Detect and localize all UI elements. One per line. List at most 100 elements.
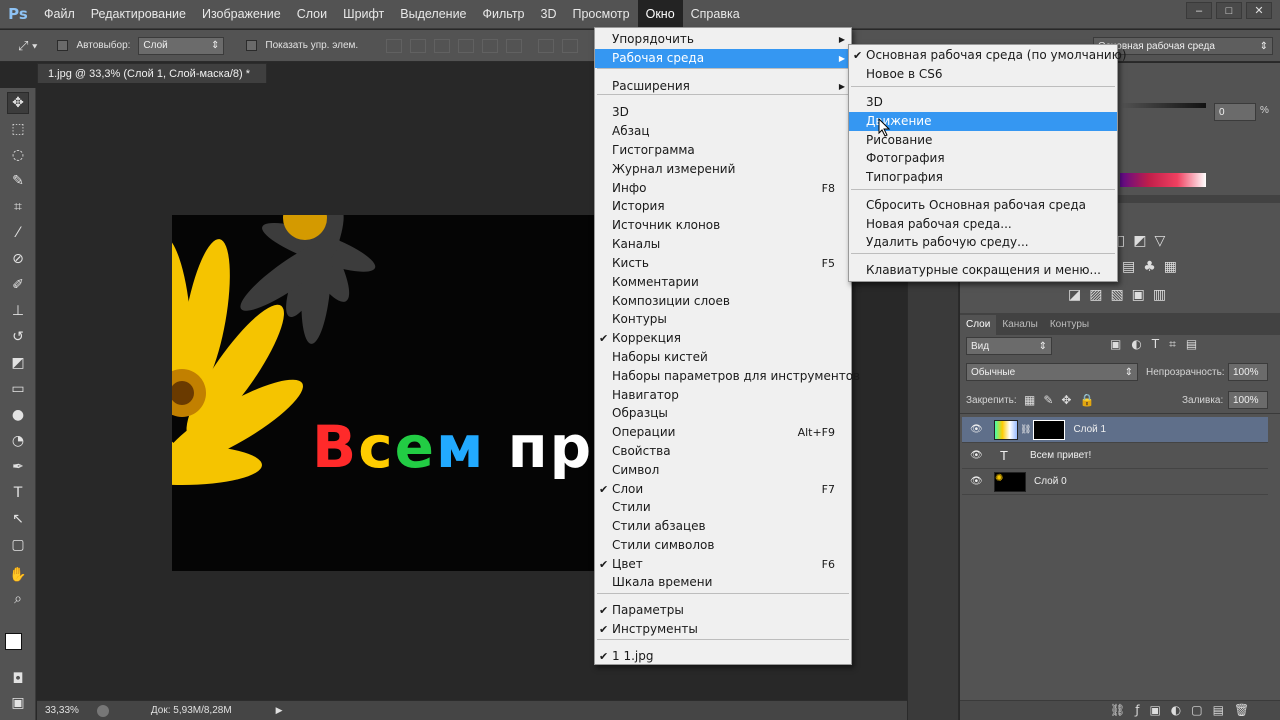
window-menu-item[interactable]: ✔ Инструменты [595,620,851,639]
show-controls-checkbox[interactable] [246,40,258,51]
history-brush-icon[interactable]: ↺ [7,326,29,348]
window-menu-item[interactable]: Операции Alt+F9 [595,423,851,442]
layer-row-sloy-0[interactable]: 👁 ✺ Слой 0 [962,469,1268,495]
fill-field[interactable]: 100% [1228,391,1268,409]
window-menu-item[interactable]: ✔ Коррекция [595,329,851,348]
layer-filter-icons[interactable]: ▣◐T⌗▤ [1110,337,1207,352]
blur-tool-icon[interactable]: ● [7,404,29,426]
window-menu-item[interactable]: Наборы параметров для инструментов [595,367,860,386]
document-canvas[interactable]: Всем при [172,215,602,571]
adjustment-icons-row-2[interactable]: ▤♣▦ [1122,259,1185,275]
window-menu-item[interactable]: Каналы [595,235,851,254]
gradient-tool-icon[interactable]: ▭ [7,378,29,400]
window-menu-item[interactable]: Гистограмма [595,141,851,160]
screen-mode-icon[interactable]: ▣ [7,692,29,714]
window-menu-item[interactable]: Символ [595,461,851,480]
window-menu-item[interactable]: Свойства [595,442,851,461]
window-menu-item[interactable]: Стили [595,498,851,517]
window-menu-item[interactable]: Навигатор [595,386,851,405]
close-button[interactable]: ✕ [1246,2,1272,19]
autoselect-checkbox[interactable] [57,40,69,51]
distribute-top-icon[interactable] [538,38,555,53]
distribute-center-icon[interactable] [562,38,579,53]
window-menu-item[interactable]: Рабочая среда ▶ [595,49,851,68]
menu-image[interactable]: Изображение [194,0,289,29]
workspace-menu-item[interactable]: Сбросить Основная рабочая среда [849,196,1117,215]
menu-type[interactable]: Шрифт [335,0,392,29]
visibility-eye-icon[interactable]: 👁 [970,476,984,487]
dodge-tool-icon[interactable]: ◔ [7,430,29,452]
menu-layers[interactable]: Слои [289,0,335,29]
window-menu-item[interactable]: Образцы [595,404,851,423]
menu-filter[interactable]: Фильтр [475,0,533,29]
layer-mask-thumbnail[interactable] [1033,419,1066,440]
visibility-eye-icon[interactable]: 👁 [970,450,984,461]
align-vcenter-icon[interactable] [410,38,427,53]
workspace-menu-item[interactable]: Типография [849,168,1117,187]
lasso-tool-icon[interactable]: ◌ [7,144,29,166]
window-menu-item[interactable]: Расширения ▶ [595,77,851,96]
window-menu-item[interactable]: 3D [595,103,851,122]
blend-mode-dropdown[interactable]: Обычные ⇕ [966,363,1138,381]
status-info-icon[interactable] [96,704,109,717]
foreground-color-swatch[interactable] [5,633,22,650]
path-select-tool-icon[interactable]: ↖ [7,508,29,530]
zoom-level[interactable]: 33,33% [45,705,79,716]
workspace-menu-item[interactable]: 3D [849,93,1117,112]
window-menu-item[interactable]: ✔ 1 1.jpg [595,647,851,666]
color-slider[interactable] [1120,103,1206,108]
menu-help[interactable]: Справка [683,0,748,29]
window-menu-item[interactable]: Абзац [595,122,851,141]
workspace-menu-item[interactable]: Новое в CS6 [849,65,1117,84]
color-ramp[interactable] [1120,173,1206,187]
window-menu-item[interactable]: ✔ Цвет F6 [595,555,851,574]
window-menu-item[interactable]: Стили символов [595,536,851,555]
maximize-button[interactable]: □ [1216,2,1242,19]
workspace-menu-item[interactable]: Новая рабочая среда... [849,215,1117,234]
window-menu-item[interactable]: ✔ Слои F7 [595,480,851,499]
window-menu-item[interactable]: Контуры [595,310,851,329]
layer-row-sloy-1[interactable]: 👁 ⛓ Слой 1 [962,417,1268,443]
type-tool-icon[interactable]: T [7,482,29,504]
menu-view[interactable]: Просмотр [565,0,638,29]
menu-select[interactable]: Выделение [392,0,474,29]
window-menu-item[interactable]: Шкала времени [595,573,851,592]
tab-layers[interactable]: Слои [960,315,997,335]
tab-channels[interactable]: Каналы [996,315,1044,335]
menu-file[interactable]: Файл [36,0,83,29]
window-menu-item[interactable]: ✔ Параметры [595,601,851,620]
workspace-menu-item[interactable]: ✔ Основная рабочая среда (по умолчанию) [849,46,1127,65]
status-menu-arrow-icon[interactable]: ▶ [276,705,283,716]
hand-tool-icon[interactable]: ✋ [7,564,29,586]
workspace-menu-item[interactable]: Фотография [849,149,1117,168]
window-menu-item[interactable]: Упорядочить ▶ [595,30,851,49]
window-menu-item[interactable]: Инфо F8 [595,179,851,198]
adjustment-icons-row-1[interactable]: ◧◩▽ [1112,233,1173,249]
layer-row-text[interactable]: 👁 T Всем привет! [962,443,1268,469]
brush-tool-icon[interactable]: ✐ [7,274,29,296]
healing-tool-icon[interactable]: ⊘ [7,248,29,270]
autoselect-dropdown[interactable]: Слой ⇕ [138,36,225,55]
slider-value-field[interactable]: 0 [1214,103,1256,121]
crop-tool-icon[interactable]: ⌗ [7,196,29,218]
opacity-field[interactable]: 100% [1228,363,1268,381]
menu-3d[interactable]: 3D [533,0,565,29]
window-menu-item[interactable]: Кисть F5 [595,254,851,273]
window-menu-item[interactable]: Наборы кистей [595,348,851,367]
pen-tool-icon[interactable]: ✒ [7,456,29,478]
visibility-eye-icon[interactable]: 👁 [970,424,984,435]
layer-filter-dropdown[interactable]: Вид ⇕ [966,337,1052,355]
lock-icons[interactable]: ▦✎✥🔒 [1024,393,1102,407]
window-menu-item[interactable]: Стили абзацев [595,517,851,536]
zoom-tool-icon[interactable]: ⌕ [7,588,29,610]
eyedropper-tool-icon[interactable]: ⁄ [7,222,29,244]
window-menu-item[interactable]: Композиции слоев [595,292,851,311]
marquee-tool-icon[interactable]: ⬚ [7,118,29,140]
align-hcenter-icon[interactable] [482,38,499,53]
stamp-tool-icon[interactable]: ⊥ [7,300,29,322]
adjustment-icons-row-3[interactable]: ◪▨▧▣▥ [1068,287,1174,303]
menu-edit[interactable]: Редактирование [83,0,194,29]
window-menu-item[interactable]: Журнал измерений [595,160,851,179]
link-icon[interactable]: ⛓ [1020,424,1031,435]
tab-paths[interactable]: Контуры [1044,315,1095,335]
